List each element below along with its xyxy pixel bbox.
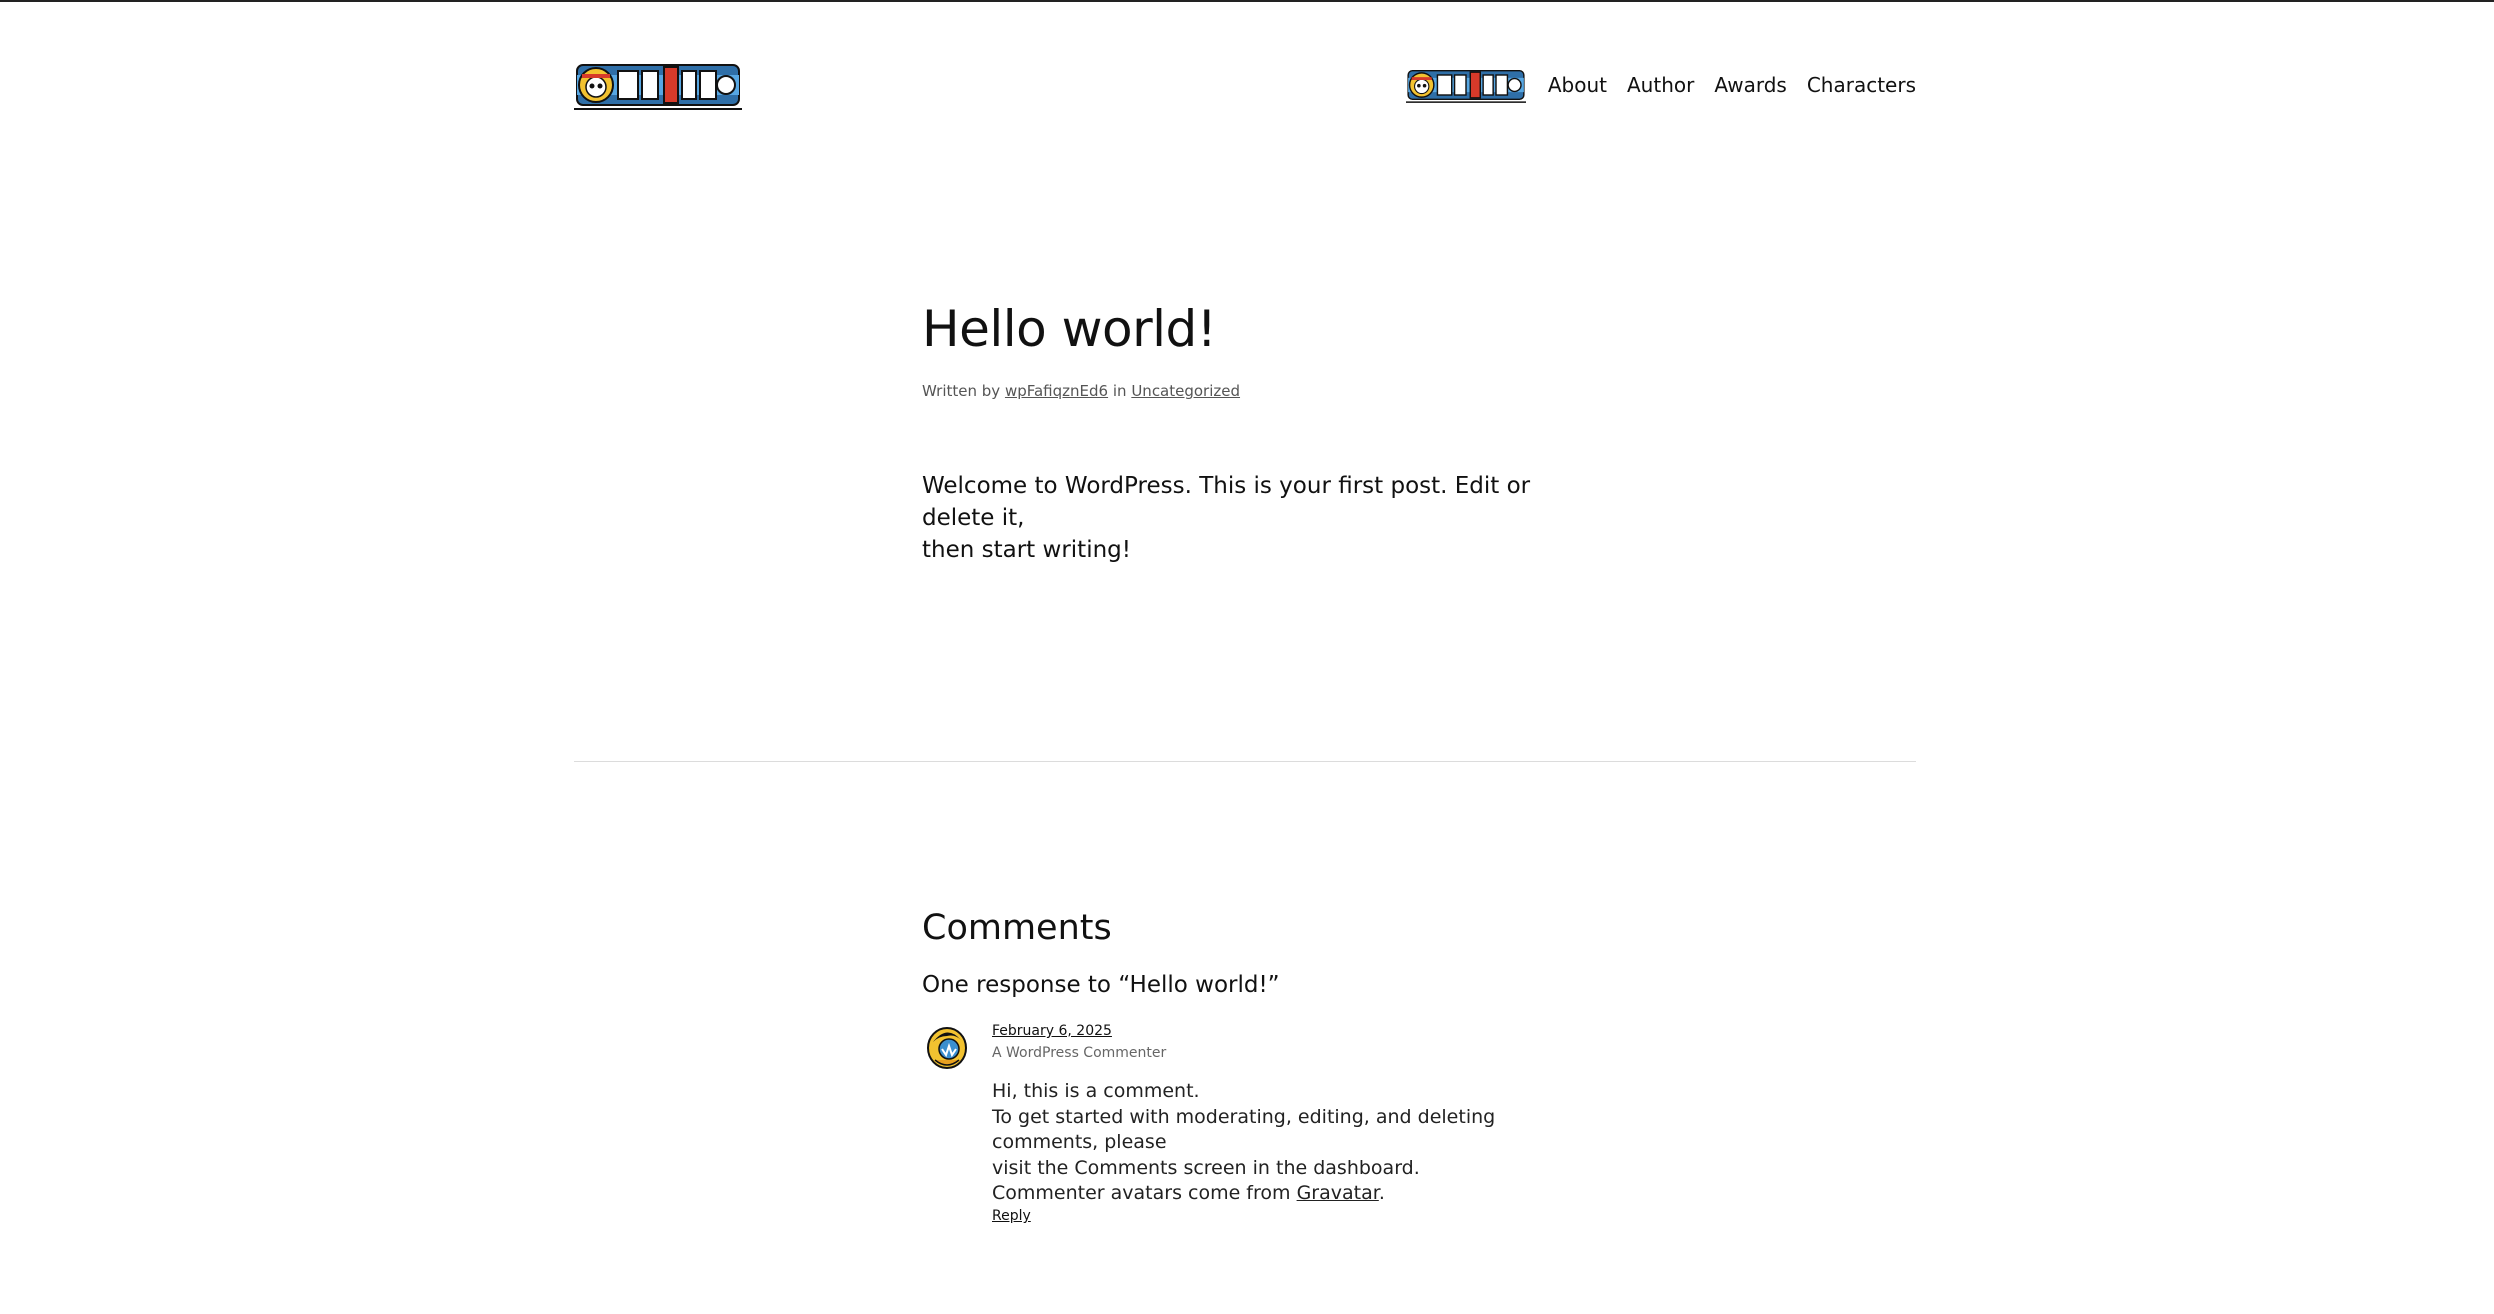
- section-divider: [574, 761, 1916, 762]
- page: About Author Awards Characters Hello wor…: [0, 0, 2494, 1314]
- nav-item-characters[interactable]: Characters: [1807, 73, 1916, 97]
- post-content-line: Welcome to WordPress. This is your first…: [922, 473, 1531, 531]
- post-category-link[interactable]: Uncategorized: [1131, 382, 1240, 400]
- comment-line-prefix: Commenter avatars come from: [992, 1182, 1297, 1204]
- nav-item-author[interactable]: Author: [1627, 73, 1694, 97]
- post-meta-in: in: [1112, 382, 1127, 400]
- comment-line: visit the Comments screen in the dashboa…: [992, 1156, 1420, 1179]
- primary-navigation: About Author Awards Characters: [1405, 62, 1916, 108]
- comment-line: Hi, this is a comment.: [992, 1080, 1200, 1102]
- nav-item-about[interactable]: About: [1548, 73, 1607, 97]
- comment: February 6, 2025 A WordPress Commenter H…: [992, 1020, 1592, 1207]
- site-header: About Author Awards Characters: [574, 50, 1916, 120]
- comment-reply-link[interactable]: Reply: [992, 1208, 1031, 1224]
- post-content: Welcome to WordPress. This is your first…: [922, 470, 1582, 566]
- comment-line: To get started with moderating, editing,…: [992, 1105, 1496, 1154]
- comment-text: Hi, this is a comment. To get started wi…: [992, 1079, 1592, 1207]
- window-top-border: [0, 0, 2494, 2]
- comments-heading: Comments: [922, 908, 1112, 948]
- post-meta-written-by: Written by: [922, 382, 1001, 400]
- comment-line: Commenter avatars come from Gravatar.: [992, 1181, 1592, 1207]
- gravatar-link[interactable]: Gravatar: [1297, 1182, 1379, 1204]
- one-piece-nav-logo-icon[interactable]: [1405, 63, 1526, 107]
- commenter-avatar-icon: [927, 1027, 967, 1069]
- nav-item-awards[interactable]: Awards: [1714, 73, 1786, 97]
- post-content-line: then start writing!: [922, 537, 1131, 563]
- one-piece-logo-icon[interactable]: [574, 55, 742, 115]
- comment-author: A WordPress Commenter: [992, 1045, 1167, 1061]
- post-title: Hello world!: [922, 300, 1217, 358]
- post-meta: Written by wpFafiqznEd6 in Uncategorized: [922, 382, 1572, 400]
- comment-line-suffix: .: [1378, 1182, 1385, 1204]
- post-author-link[interactable]: wpFafiqznEd6: [1005, 382, 1108, 400]
- comment-date-link[interactable]: February 6, 2025: [992, 1023, 1112, 1039]
- comments-responses-title: One response to “Hello world!”: [922, 972, 1280, 998]
